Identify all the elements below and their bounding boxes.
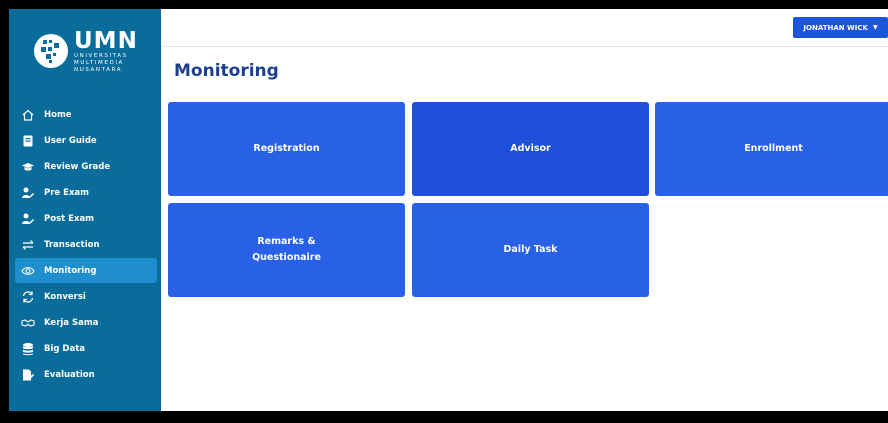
exchange-icon [20,238,36,252]
card-registration[interactable]: Registration [168,102,405,196]
handshake-icon [20,316,36,330]
umn-logo-icon [34,34,68,68]
sidebar: UMN UNIVERSITAS MULTIMEDIA NUSANTARA Hom… [9,9,161,411]
card-label: Registration [253,143,320,154]
user-edit-icon [20,212,36,226]
sidebar-item-label: Kerja Sama [44,317,99,328]
user-name: JONATHAN WICK [803,23,868,32]
sidebar-item-label: Evaluation [44,369,95,380]
sidebar-item-label: Pre Exam [44,187,90,198]
file-edit-icon [20,368,36,382]
sidebar-item-label: Konversi [44,291,86,302]
card-enrollment[interactable]: Enrollment [655,102,888,196]
sidebar-item-user-guide[interactable]: User Guide [15,128,157,153]
brand-line-1: UNIVERSITAS [74,52,128,59]
sidebar-item-konversi[interactable]: Konversi [15,284,157,309]
sidebar-item-review-grade[interactable]: Review Grade [15,154,157,179]
sidebar-item-evaluation[interactable]: Evaluation [15,362,157,387]
book-icon [20,134,36,148]
sidebar-item-post-exam[interactable]: Post Exam [15,206,157,231]
sidebar-item-home[interactable]: Home [15,102,157,127]
brand-line-2: MULTIMEDIA [74,59,124,66]
brand-logo[interactable]: UMN UNIVERSITAS MULTIMEDIA NUSANTARA [9,9,161,93]
page-title: Monitoring [174,61,279,81]
sidebar-item-pre-exam[interactable]: Pre Exam [15,180,157,205]
sidebar-item-big-data[interactable]: Big Data [15,336,157,361]
sidebar-item-monitoring[interactable]: Monitoring [15,258,157,283]
home-icon [20,108,36,122]
card-advisor[interactable]: Advisor [412,102,649,196]
sidebar-item-label: Review Grade [44,161,111,172]
graduation-cap-icon [20,160,36,174]
sidebar-item-label: Monitoring [44,265,97,276]
sidebar-item-transaction[interactable]: Transaction [15,232,157,257]
sidebar-item-label: User Guide [44,135,97,146]
brand-name: UMN [74,27,138,54]
sidebar-item-kerja-sama[interactable]: Kerja Sama [15,310,157,335]
database-icon [20,342,36,356]
monitoring-cards: Registration Advisor Enrollment Remarks … [168,102,888,302]
brand-line-3: NUSANTARA [74,66,123,73]
top-bar: JONATHAN WICK ▼ [161,9,888,47]
sidebar-item-label: Big Data [44,343,86,354]
eye-icon [20,264,36,278]
card-label-line-2: Questionaire [252,252,321,263]
card-remarks-questionaire[interactable]: Remarks & Questionaire [168,203,405,297]
card-label-line-1: Remarks & [257,236,316,247]
sidebar-item-label: Transaction [44,239,100,250]
sync-icon [20,290,36,304]
user-menu-button[interactable]: JONATHAN WICK ▼ [793,17,888,38]
card-label: Enrollment [744,143,803,154]
card-label: Advisor [510,143,551,154]
card-label: Daily Task [503,244,558,255]
user-edit-icon [20,186,36,200]
sidebar-item-label: Post Exam [44,213,95,224]
sidebar-item-label: Home [44,109,72,120]
caret-down-icon: ▼ [872,24,878,31]
sidebar-menu: Home User Guide Review Grade Pre Exam Po… [9,102,161,387]
card-daily-task[interactable]: Daily Task [412,203,649,297]
